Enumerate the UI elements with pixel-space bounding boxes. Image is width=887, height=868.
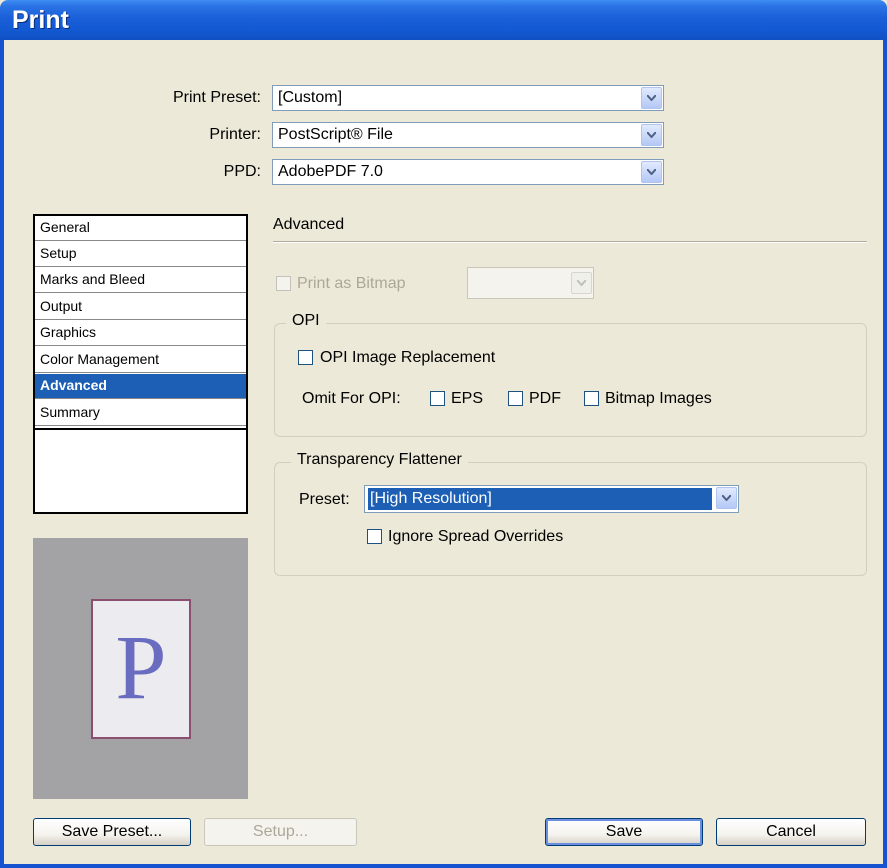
sidebar-item-general[interactable]: General: [35, 216, 246, 241]
section-heading: Advanced: [273, 216, 345, 233]
preview-page: P: [91, 599, 191, 739]
setup-button[interactable]: Setup...: [204, 818, 357, 846]
print-preset-value: [Custom]: [278, 89, 343, 106]
section-divider: [273, 241, 867, 243]
opi-group-title: OPI: [286, 312, 326, 330]
page-preview: P: [33, 538, 248, 799]
sidebar-item-color-management[interactable]: Color Management: [35, 348, 246, 373]
cancel-button[interactable]: Cancel: [716, 818, 866, 846]
printer-label: Printer:: [209, 126, 261, 143]
omit-eps-checkbox[interactable]: [430, 391, 445, 406]
sidebar-item-summary[interactable]: Summary: [35, 401, 246, 426]
ignore-spread-overrides-checkbox[interactable]: [367, 529, 382, 544]
category-list[interactable]: General Setup Marks and Bleed Output Gra…: [33, 214, 248, 514]
window-title: Print: [12, 6, 69, 34]
flattener-preset-value: [High Resolution]: [370, 490, 492, 507]
printer-value: PostScript® File: [278, 126, 393, 143]
preview-page-letter: P: [115, 616, 167, 718]
print-preset-label: Print Preset:: [172, 89, 261, 106]
print-dialog: Print Print Preset: [Custom] Printer: Po…: [0, 0, 887, 868]
print-preset-select[interactable]: [Custom]: [272, 85, 664, 111]
list-empty-area: [35, 428, 246, 514]
print-as-bitmap-checkbox[interactable]: [276, 276, 291, 291]
bitmap-resolution-select[interactable]: [467, 267, 594, 299]
sidebar-item-advanced[interactable]: Advanced: [35, 374, 246, 399]
chevron-down-icon[interactable]: [641, 87, 662, 109]
flattener-preset-select[interactable]: [High Resolution]: [364, 485, 739, 513]
chevron-down-icon[interactable]: [716, 487, 737, 509]
title-bar[interactable]: Print: [0, 0, 887, 40]
ppd-select[interactable]: AdobePDF 7.0: [272, 159, 664, 185]
omit-bitmap-images-checkbox[interactable]: [584, 391, 599, 406]
save-button[interactable]: Save: [545, 818, 703, 846]
sidebar-item-setup[interactable]: Setup: [35, 242, 246, 267]
opi-image-replacement-checkbox[interactable]: [298, 350, 313, 365]
ppd-label: PPD:: [223, 163, 261, 180]
omit-bitmap-images-label: Bitmap Images: [605, 390, 712, 407]
omit-eps-label: EPS: [451, 390, 484, 407]
sidebar-item-graphics[interactable]: Graphics: [35, 321, 246, 346]
sidebar-item-output[interactable]: Output: [35, 295, 246, 320]
opi-group: [274, 323, 867, 437]
flattener-preset-label: Preset:: [299, 491, 350, 508]
print-as-bitmap-label: Print as Bitmap: [297, 275, 406, 292]
printer-select[interactable]: PostScript® File: [272, 122, 664, 148]
omit-for-opi-label: Omit For OPI:: [302, 390, 401, 407]
chevron-down-icon[interactable]: [641, 161, 662, 183]
save-preset-button[interactable]: Save Preset...: [33, 818, 191, 846]
chevron-down-icon[interactable]: [641, 124, 662, 146]
ppd-value: AdobePDF 7.0: [278, 163, 383, 180]
omit-pdf-checkbox[interactable]: [508, 391, 523, 406]
chevron-down-icon[interactable]: [571, 272, 592, 294]
transparency-flattener-title: Transparency Flattener: [291, 451, 468, 469]
sidebar-item-marks-and-bleed[interactable]: Marks and Bleed: [35, 268, 246, 293]
opi-image-replacement-label: OPI Image Replacement: [320, 349, 496, 366]
transparency-flattener-group: [274, 462, 867, 576]
ignore-spread-overrides-label: Ignore Spread Overrides: [388, 528, 564, 545]
omit-pdf-label: PDF: [529, 390, 561, 407]
